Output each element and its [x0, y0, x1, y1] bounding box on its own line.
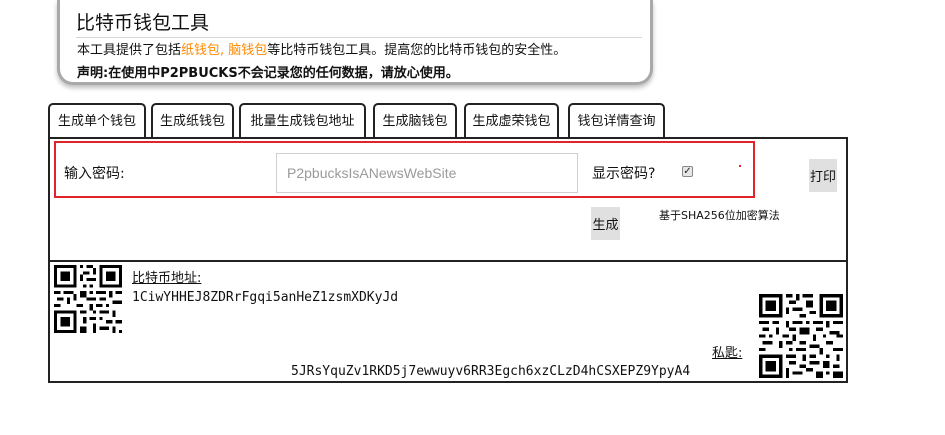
- tab-single-wallet[interactable]: 生成单个钱包: [48, 103, 146, 138]
- tab-batch-address[interactable]: 批量生成钱包地址: [239, 103, 366, 138]
- tab-vanity-wallet[interactable]: 生成虚荣钱包: [464, 103, 559, 138]
- info-description: 本工具提供了包括纸钱包, 脑钱包等比特币钱包工具。提高您的比特币钱包的安全性。: [77, 39, 566, 58]
- address-label: 比特币地址:: [132, 271, 202, 286]
- generate-button[interactable]: 生成: [591, 207, 620, 240]
- password-row: 输入密码: 显示密码? ✓: [54, 141, 755, 198]
- info-note: 声明:在使用中P2PBUCKS不会记录您的任何数据，请放心使用。: [77, 66, 459, 81]
- password-label: 输入密码:: [64, 166, 125, 182]
- tab-paper-wallet[interactable]: 生成纸钱包: [151, 103, 234, 138]
- algorithm-note: 基于SHA256位加密算法: [659, 209, 780, 222]
- private-key-label: 私匙:: [712, 346, 743, 361]
- show-password-label: 显示密码?: [592, 166, 656, 182]
- address-qr-code-icon: [54, 265, 122, 333]
- info-box: 比特币钱包工具 本工具提供了包括纸钱包, 脑钱包等比特币钱包工具。提高您的比特币…: [57, 0, 653, 85]
- page: 比特币钱包工具 本工具提供了包括纸钱包, 脑钱包等比特币钱包工具。提高您的比特币…: [0, 0, 945, 435]
- info-desc-suffix: 等比特币钱包工具。提高您的比特币钱包的安全性。: [267, 43, 567, 58]
- password-input[interactable]: [276, 153, 578, 193]
- tab-brain-wallet[interactable]: 生成脑钱包: [373, 103, 457, 138]
- tab-wallet-details[interactable]: 钱包详情查询: [568, 103, 665, 138]
- private-key-value: 5JRsYquZv1RKD5j7ewwuyv6RR3Egch6xzCLzD4hC…: [291, 364, 691, 379]
- brain-wallet-panel: 输入密码: 显示密码? ✓ 打印 生成 基于SHA256位加密算法 比特币地址:…: [48, 137, 848, 383]
- marker-dot: [739, 165, 741, 167]
- address-value: 1CiwYHHEJ8ZDRrFgqi5anHeZ1zsmXDKyJd: [132, 290, 399, 305]
- divider: [50, 260, 846, 262]
- print-button[interactable]: 打印: [809, 159, 837, 192]
- show-password-checkbox[interactable]: ✓: [682, 166, 693, 177]
- info-title: 比特币钱包工具: [76, 8, 642, 38]
- info-desc-prefix: 本工具提供了包括: [77, 43, 182, 58]
- info-desc-highlight: 纸钱包, 脑钱包: [181, 43, 268, 58]
- private-key-qr-code-icon: [759, 294, 843, 378]
